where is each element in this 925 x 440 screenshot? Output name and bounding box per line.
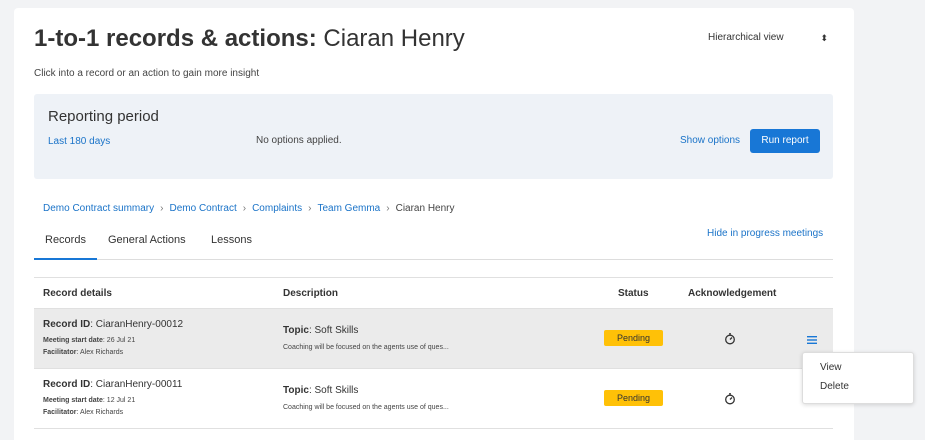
page-subtitle: Click into a record or an action to gain… bbox=[34, 68, 260, 79]
record-id: Record ID: CiaranHenry-00012 bbox=[43, 319, 184, 330]
page-title: 1-to-1 records & actions: Ciaran Henry bbox=[34, 25, 465, 53]
record-id-value: CiaranHenry-00012 bbox=[95, 319, 184, 330]
column-header: Record details bbox=[43, 288, 112, 299]
facilitator-label: Facilitator bbox=[43, 349, 77, 356]
breadcrumb-item[interactable]: Demo Contract bbox=[169, 203, 236, 214]
breadcrumb-separator: › bbox=[242, 203, 247, 214]
meeting-start-date: Meeting start date: 26 Jul 21 bbox=[43, 337, 136, 344]
topic-value: Soft Skills bbox=[314, 325, 359, 336]
options-status: No options applied. bbox=[256, 135, 342, 146]
topic: Topic: Soft Skills bbox=[283, 385, 359, 396]
status-badge: Pending bbox=[604, 390, 663, 406]
meeting-start-label: Meeting start date bbox=[43, 337, 103, 344]
meeting-start-label: Meeting start date bbox=[43, 397, 103, 404]
table-row[interactable]: Record ID: CiaranHenry-00012 Meeting sta… bbox=[34, 309, 833, 369]
record-id-label: Record ID bbox=[43, 319, 91, 330]
sort-arrows-icon: ⬍ bbox=[820, 33, 828, 43]
tab-general-actions[interactable]: General Actions bbox=[108, 234, 186, 260]
description-text: Coaching will be focused on the agents u… bbox=[283, 344, 449, 351]
facilitator-value: Alex Richards bbox=[79, 409, 124, 416]
breadcrumb-separator: › bbox=[308, 203, 312, 214]
status-badge: Pending bbox=[604, 330, 663, 346]
column-header: Status bbox=[618, 288, 649, 299]
record-id-label: Record ID bbox=[43, 379, 91, 390]
column-header: Acknowledgement bbox=[688, 288, 777, 299]
reporting-period-link[interactable]: Last 180 days bbox=[48, 136, 110, 147]
meeting-start-value: 26 Jul 21 bbox=[106, 337, 136, 344]
breadcrumb-item[interactable]: Complaints bbox=[252, 203, 302, 214]
reporting-period-heading: Reporting period bbox=[48, 108, 159, 125]
menu-item-delete[interactable]: Delete bbox=[820, 381, 849, 392]
facilitator-label: Facilitator bbox=[43, 409, 77, 416]
show-options-link[interactable]: Show options bbox=[680, 135, 740, 146]
menu-item-view[interactable]: View bbox=[820, 362, 842, 373]
record-id: Record ID: CiaranHenry-00011 bbox=[43, 379, 183, 390]
hide-in-progress-link[interactable]: Hide in progress meetings bbox=[707, 228, 823, 239]
run-report-button[interactable]: Run report bbox=[750, 129, 820, 153]
timer-icon bbox=[724, 332, 736, 350]
breadcrumb-separator: › bbox=[160, 203, 164, 214]
table-row[interactable]: Record ID: CiaranHenry-00011 Meeting sta… bbox=[34, 369, 833, 429]
facilitator: Facilitator: Alex Richards bbox=[43, 409, 124, 416]
timer-icon bbox=[724, 392, 736, 410]
breadcrumb-current: Ciaran Henry bbox=[395, 203, 455, 214]
records-table: Record details Description Status Acknow… bbox=[34, 277, 833, 429]
breadcrumb-separator: › bbox=[386, 203, 390, 214]
view-select-value: Hierarchical view bbox=[708, 32, 784, 43]
page-title-prefix: 1-to-1 records & actions: bbox=[34, 25, 317, 52]
breadcrumb: Demo Contract summary › Demo Contract › Comp… bbox=[43, 203, 455, 214]
description-text: Coaching will be focused on the agents u… bbox=[283, 404, 449, 411]
facilitator-value: Alex Richards bbox=[79, 349, 124, 356]
topic-label: Topic bbox=[283, 325, 309, 336]
hamburger-menu-icon[interactable] bbox=[807, 332, 817, 350]
meeting-start-value: 12 Jul 21 bbox=[106, 397, 136, 404]
breadcrumb-item[interactable]: Demo Contract summary bbox=[43, 203, 154, 214]
topic-value: Soft Skills bbox=[314, 385, 359, 396]
view-select[interactable]: Hierarchical view ⬍ bbox=[708, 28, 828, 48]
reporting-period-panel: Reporting period Last 180 days No option… bbox=[34, 94, 833, 179]
record-id-value: CiaranHenry-00011 bbox=[95, 379, 183, 390]
row-actions-menu: View Delete bbox=[802, 352, 914, 404]
meeting-start-date: Meeting start date: 12 Jul 21 bbox=[43, 397, 136, 404]
facilitator: Facilitator: Alex Richards bbox=[43, 349, 124, 356]
breadcrumb-item[interactable]: Team Gemma bbox=[317, 203, 380, 214]
page-title-name: Ciaran Henry bbox=[323, 25, 465, 52]
column-header: Description bbox=[283, 288, 339, 299]
topic: Topic: Soft Skills bbox=[283, 325, 359, 336]
tab-records[interactable]: Records bbox=[34, 234, 97, 260]
topic-label: Topic bbox=[283, 385, 309, 396]
tab-lessons[interactable]: Lessons bbox=[211, 234, 252, 260]
table-header: Record details Description Status Acknow… bbox=[34, 277, 833, 309]
